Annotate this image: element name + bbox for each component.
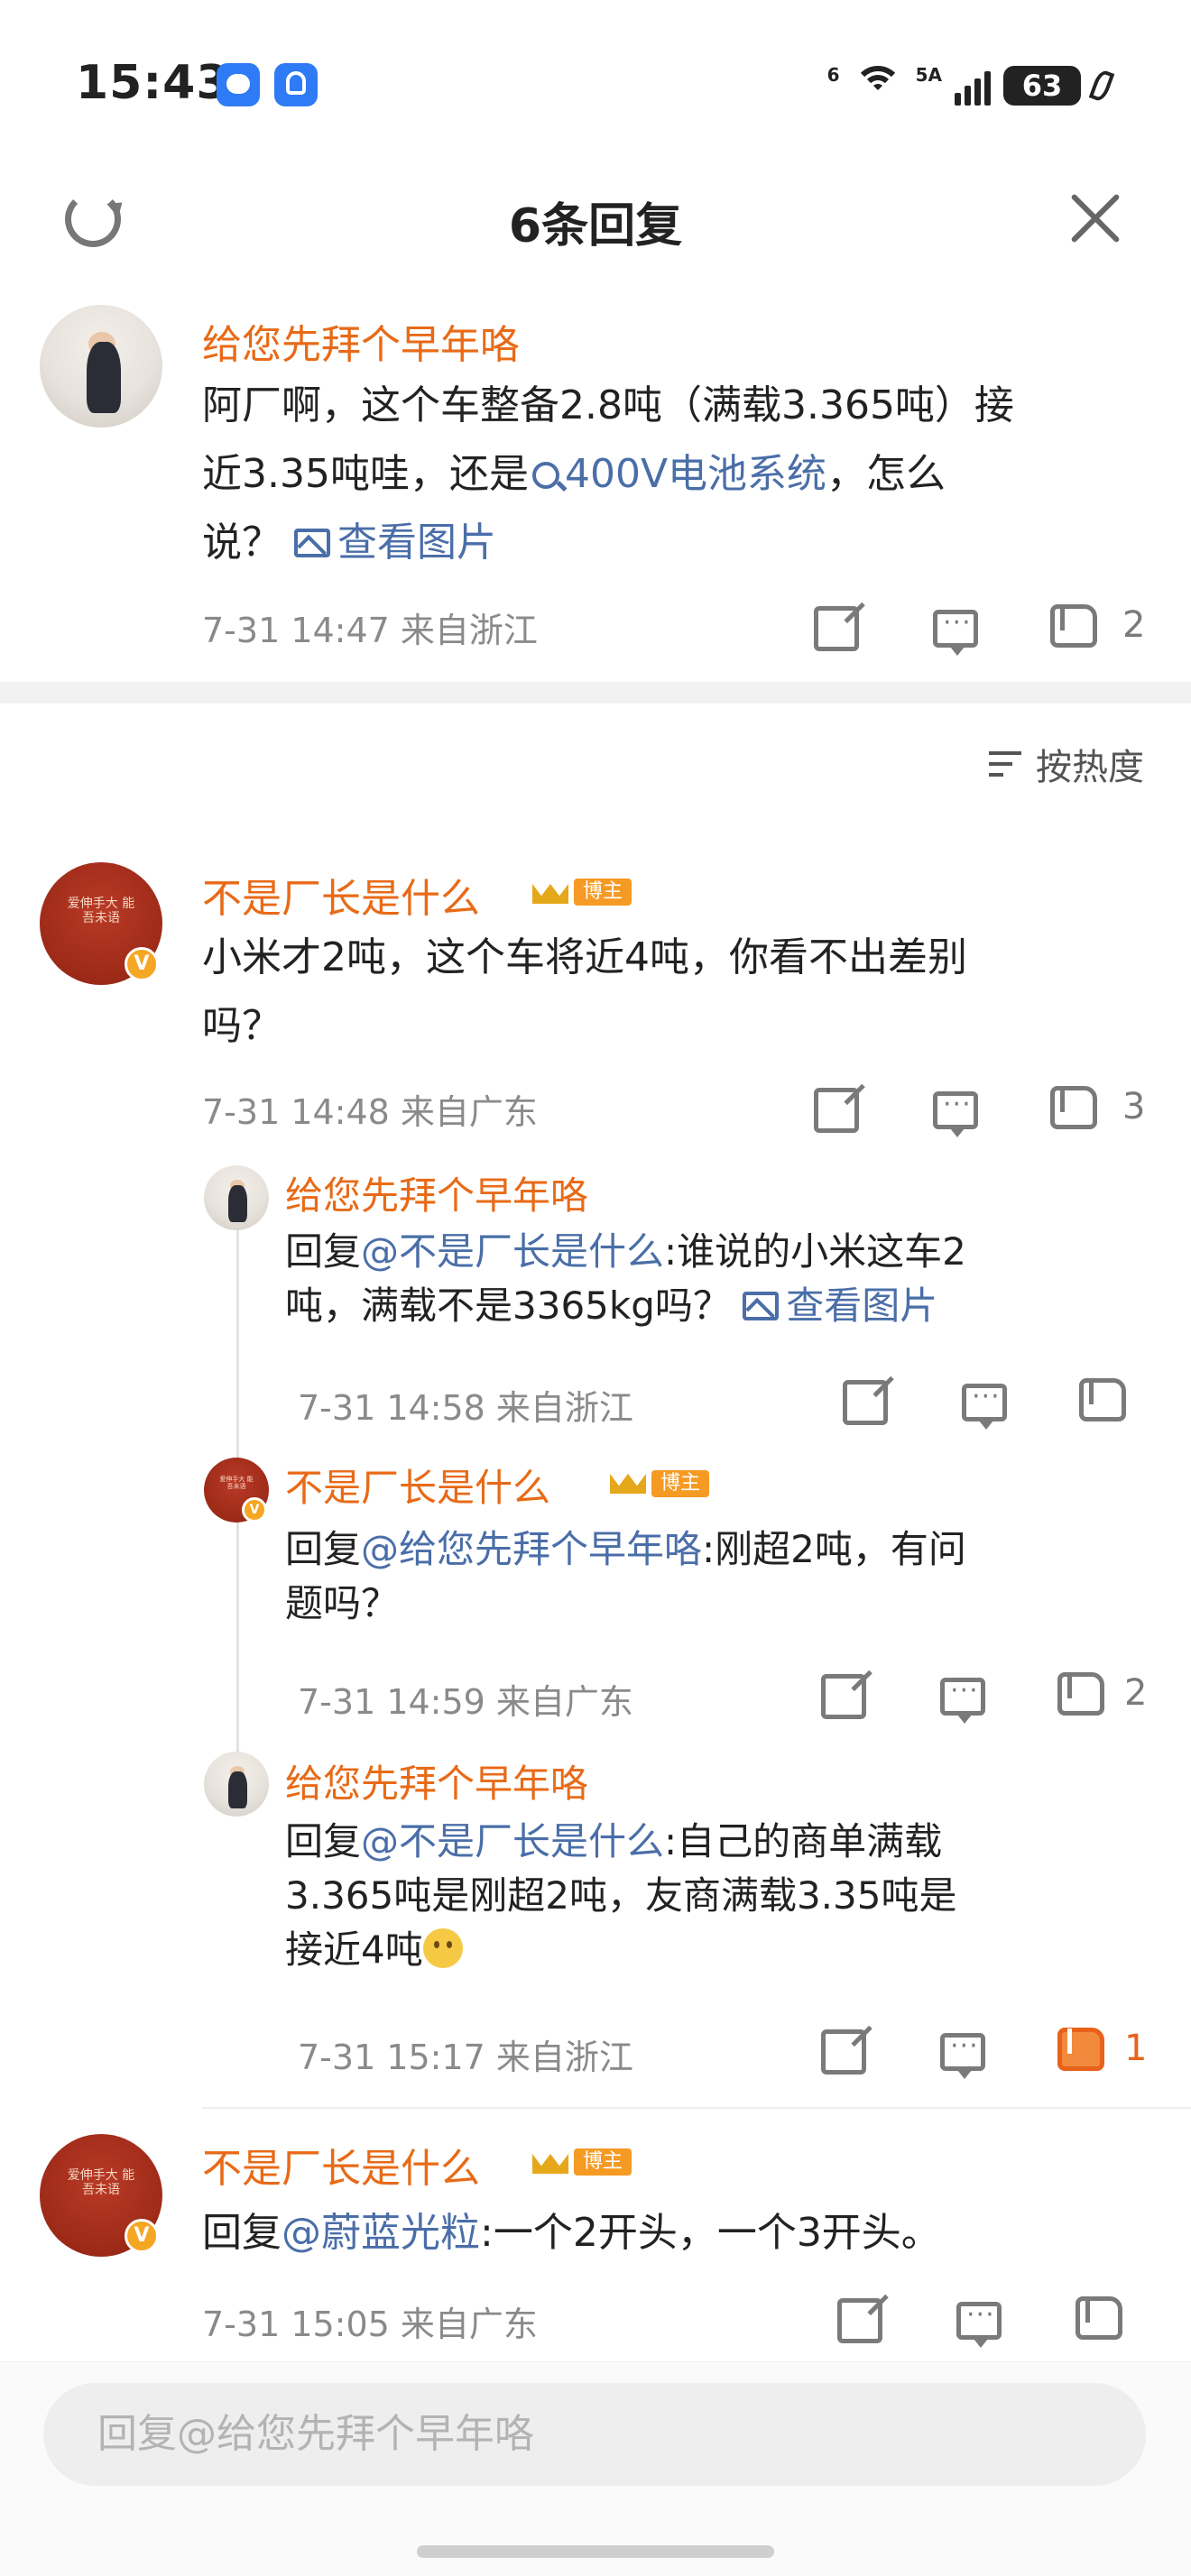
- reply-text: 回复@不是厂长是什么:谁说的小米这车2 吨，满载不是3365kg吗？ 查看图片: [285, 1229, 966, 1328]
- view-image-link[interactable]: 查看图片: [294, 520, 496, 566]
- main-comment-text: 阿厂啊，这个车整备2.8吨（满载3.365吨）接 近3.35吨哇，还是 400V电…: [202, 382, 1014, 566]
- liked-icon[interactable]: [1057, 2028, 1104, 2071]
- comment-meta: 7-31 15:05 来自广东: [202, 2305, 538, 2344]
- wifi-icon: [853, 66, 903, 106]
- verified-icon: V: [125, 2219, 159, 2253]
- comment-icon[interactable]: [933, 1089, 978, 1137]
- search-icon: [531, 462, 559, 489]
- share-icon[interactable]: [821, 1674, 866, 1719]
- comment-separator: [202, 2107, 1191, 2109]
- image-icon: [743, 1292, 780, 1320]
- mention-link[interactable]: @不是厂长是什么: [361, 1819, 664, 1863]
- wifi-label: 6: [826, 64, 840, 86]
- like-icon[interactable]: [1050, 1086, 1097, 1129]
- reply-username[interactable]: 不是厂长是什么: [285, 1458, 550, 1513]
- crown-icon: [610, 1463, 646, 1494]
- mention-link[interactable]: @给您先拜个早年咯: [361, 1527, 702, 1571]
- battery-icon: 63: [1003, 66, 1081, 106]
- sort-icon: [989, 750, 1025, 778]
- comment-icon[interactable]: [940, 1675, 985, 1724]
- reply-meta: 7-31 14:58 来自浙江: [298, 1388, 633, 1428]
- comment-text: 小米才2吨，这个车将近4吨，你看不出差别 吗？: [202, 934, 967, 1049]
- topic-link[interactable]: 400V电池系统: [529, 451, 826, 497]
- main-comment-username[interactable]: 给您先拜个早年咯: [202, 312, 520, 370]
- status-indicators: 6 5A 63: [826, 63, 1115, 108]
- reply-username[interactable]: 给您先拜个早年咯: [285, 1753, 588, 1808]
- avatar[interactable]: [204, 1165, 269, 1230]
- like-icon[interactable]: [1079, 1378, 1126, 1421]
- comment-meta: 7-31 14:48 来自广东: [202, 1092, 538, 1132]
- comment-username[interactable]: 不是厂长是什么: [202, 2136, 480, 2194]
- reply-input[interactable]: 回复@给您先拜个早年咯: [43, 2383, 1146, 2486]
- verified-icon: V: [242, 1497, 267, 1523]
- share-icon[interactable]: [814, 1088, 859, 1133]
- reply-username[interactable]: 给您先拜个早年咯: [285, 1165, 588, 1220]
- signal-icon: [955, 66, 991, 106]
- crown-icon: [532, 2143, 568, 2174]
- like-count: 2: [1124, 1672, 1148, 1714]
- mention-link[interactable]: @不是厂长是什么: [361, 1229, 664, 1274]
- section-divider: [0, 682, 1191, 704]
- like-icon[interactable]: [1076, 2296, 1122, 2340]
- comment-username[interactable]: 不是厂长是什么: [202, 866, 480, 924]
- message-app-icon: [217, 63, 260, 106]
- comment-icon[interactable]: [956, 2299, 1002, 2348]
- network-label: 5A: [915, 64, 942, 86]
- like-count: 3: [1122, 1086, 1146, 1127]
- share-icon[interactable]: [837, 2298, 882, 2343]
- sort-label: 按热度: [1036, 747, 1144, 788]
- leaf-icon: [1088, 68, 1115, 104]
- author-badge: 博主: [574, 879, 632, 906]
- reply-meta: 7-31 14:59 来自广东: [298, 1682, 633, 1722]
- crown-icon: [532, 873, 568, 904]
- mention-link[interactable]: @蔚蓝光粒: [282, 2210, 480, 2256]
- comment-icon[interactable]: [940, 2030, 985, 2079]
- reply-meta: 7-31 15:17 来自浙江: [298, 2038, 633, 2077]
- verified-icon: V: [125, 947, 159, 981]
- avatar[interactable]: [204, 1752, 269, 1817]
- crying-emoji-icon: [422, 1928, 463, 1968]
- share-icon[interactable]: [821, 2029, 866, 2075]
- avatar[interactable]: [40, 305, 162, 428]
- close-icon[interactable]: [1066, 189, 1124, 247]
- header: 6条回复: [0, 171, 1191, 271]
- comment-thread-page: 15:43 6 5A 63 6条回复 给您先拜个早年咯 阿厂啊，这个车整备2.8…: [0, 0, 1191, 2576]
- home-indicator[interactable]: [417, 2545, 774, 2558]
- like-count: 1: [1124, 2028, 1148, 2069]
- sort-button[interactable]: 按热度: [989, 738, 1144, 790]
- share-icon[interactable]: [843, 1380, 888, 1425]
- comment-icon[interactable]: [962, 1381, 1007, 1430]
- comment-text: 回复@蔚蓝光粒:一个2开头，一个3开头。: [202, 2210, 941, 2256]
- reply-text: 回复@给您先拜个早年咯:刚超2吨，有问 题吗？: [285, 1527, 966, 1625]
- author-badge: 博主: [574, 2148, 632, 2176]
- comment-icon[interactable]: [933, 607, 978, 656]
- image-icon: [294, 529, 330, 557]
- status-time: 15:43: [76, 56, 230, 110]
- lightbulb-app-icon: [274, 63, 318, 106]
- battery-level: 63: [1021, 69, 1063, 103]
- status-bar: 15:43 6 5A 63: [0, 0, 1191, 171]
- view-image-link[interactable]: 查看图片: [743, 1283, 937, 1328]
- share-icon[interactable]: [814, 606, 859, 651]
- page-title: 6条回复: [508, 199, 683, 253]
- reply-text: 回复@不是厂长是什么:自己的商单满载 3.365吨是刚超2吨，友商满载3.35吨…: [285, 1819, 957, 1972]
- like-count: 2: [1122, 604, 1146, 646]
- like-icon[interactable]: [1050, 604, 1097, 648]
- author-badge: 博主: [651, 1470, 710, 1497]
- main-comment-meta: 7-31 14:47 来自浙江: [202, 611, 538, 650]
- like-icon[interactable]: [1057, 1672, 1104, 1716]
